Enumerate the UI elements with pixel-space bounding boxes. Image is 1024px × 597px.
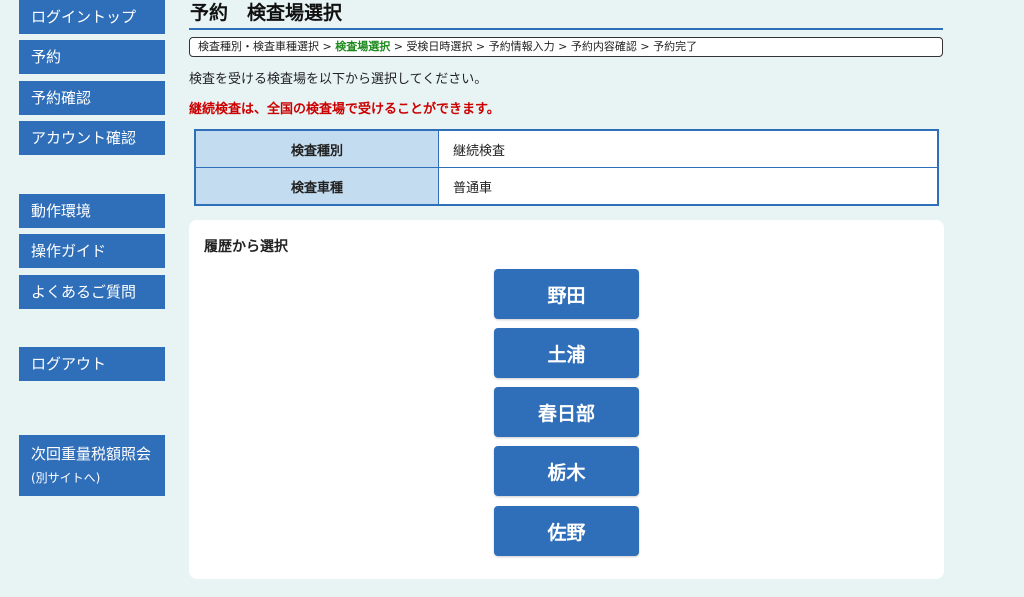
page-title: 予約 検査場選択 — [189, 0, 943, 30]
breadcrumb-step: 予約完了 — [653, 40, 698, 53]
breadcrumb-step: 受検日時選択 — [406, 40, 473, 53]
sidebar-item-tax-lookup[interactable]: 次回重量税額照会 (別サイトへ) — [19, 435, 165, 496]
inspection-info-table: 検査種別 継続検査 検査車種 普通車 — [194, 129, 939, 206]
site-button-tochigi[interactable]: 栃木 — [494, 446, 639, 496]
warning-text: 継続検査は、全国の検査場で受けることができます。 — [189, 102, 500, 117]
sidebar-item-faq[interactable]: よくあるご質問 — [19, 275, 165, 309]
vehicle-type-value: 普通車 — [438, 167, 939, 206]
inspection-type-value: 継続検査 — [438, 129, 939, 168]
history-title: 履歴から選択 — [204, 239, 288, 255]
site-button-tsuchiura[interactable]: 土浦 — [494, 328, 639, 378]
sidebar-item-label: よくあるご質問 — [31, 283, 137, 301]
breadcrumb-step: 検査種別・検査車種選択 — [198, 40, 319, 53]
sidebar-item-label: 次回重量税額照会 — [31, 445, 152, 464]
sidebar-item-label: ログアウト — [31, 355, 107, 373]
site-button-noda[interactable]: 野田 — [494, 269, 639, 319]
history-panel: 履歴から選択 野田 土浦 春日部 栃木 佐野 — [189, 220, 944, 579]
sidebar-item-label: 予約 — [31, 48, 62, 66]
breadcrumb: 検査種別・検査車種選択 > 検査場選択 > 受検日時選択 > 予約情報入力 > … — [189, 37, 943, 57]
site-button-sano[interactable]: 佐野 — [494, 506, 639, 556]
sidebar-item-environment[interactable]: 動作環境 — [19, 194, 165, 228]
breadcrumb-separator: > — [319, 40, 336, 53]
sidebar-item-login-top[interactable]: ログイントップ — [19, 0, 165, 34]
table-row: 検査車種 普通車 — [194, 167, 939, 206]
instruction-text: 検査を受ける検査場を以下から選択してください。 — [189, 72, 488, 87]
breadcrumb-step: 予約情報入力 — [488, 40, 555, 53]
breadcrumb-separator: > — [554, 40, 571, 53]
sidebar-item-guide[interactable]: 操作ガイド — [19, 234, 165, 268]
inspection-type-label: 検査種別 — [194, 129, 439, 168]
table-row: 検査種別 継続検査 — [194, 129, 939, 168]
sidebar-item-reservation-check[interactable]: 予約確認 — [19, 81, 165, 115]
sidebar-item-logout[interactable]: ログアウト — [19, 347, 165, 381]
sidebar-item-label: ログイントップ — [31, 8, 137, 26]
external-site-note: (別サイトへ) — [31, 471, 101, 486]
sidebar-item-label: 動作環境 — [31, 202, 92, 220]
site-button-kasukabe[interactable]: 春日部 — [494, 387, 639, 437]
breadcrumb-separator: > — [472, 40, 489, 53]
sidebar-item-label: 予約確認 — [31, 89, 92, 107]
breadcrumb-separator: > — [390, 40, 407, 53]
breadcrumb-step-current: 検査場選択 — [335, 40, 391, 53]
sidebar-item-label: 操作ガイド — [31, 242, 107, 260]
sidebar-item-reservation[interactable]: 予約 — [19, 40, 165, 74]
sidebar-item-label: アカウント確認 — [31, 129, 137, 147]
breadcrumb-separator: > — [636, 40, 654, 53]
vehicle-type-label: 検査車種 — [194, 167, 439, 206]
sidebar-item-account-check[interactable]: アカウント確認 — [19, 121, 165, 155]
breadcrumb-step: 予約内容確認 — [570, 40, 637, 53]
